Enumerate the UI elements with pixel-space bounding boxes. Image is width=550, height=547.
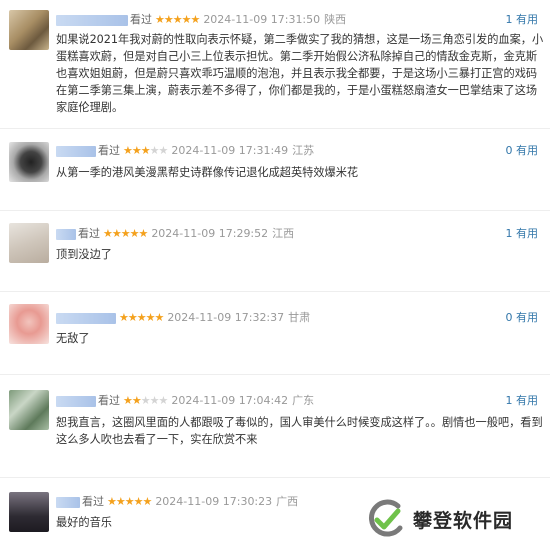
avatar[interactable]: [9, 223, 49, 263]
rating-stars: ★★★★★: [155, 13, 200, 26]
comment-meta: ★★★★★ 2024-11-09 17:32:37 甘肃 0 有用: [56, 310, 544, 326]
divider: [0, 128, 550, 129]
watermark: 攀登软件园: [365, 496, 545, 542]
username[interactable]: [56, 14, 128, 26]
avatar[interactable]: [9, 142, 49, 182]
comment-location: 陕西: [324, 13, 347, 26]
comment-location: 江苏: [292, 144, 315, 157]
rating-stars: ★★★★★: [119, 311, 164, 324]
useful-vote-button[interactable]: 1 有用: [506, 12, 539, 28]
comment-text: 恕我直言，这圈风里面的人都跟吸了毒似的，国人审美什么时候变成这样了。。剧情也一般…: [56, 416, 543, 446]
watermark-text: 攀登软件园: [413, 509, 514, 532]
rating-stars: ★★★★★: [123, 394, 168, 407]
useful-vote-button[interactable]: 1 有用: [506, 393, 539, 409]
comment-text: 无敌了: [56, 332, 90, 345]
avatar[interactable]: [9, 390, 49, 430]
avatar[interactable]: [9, 492, 49, 532]
avatar[interactable]: [9, 304, 49, 344]
username[interactable]: [56, 312, 116, 324]
comment-location: 广西: [276, 495, 299, 508]
username[interactable]: [56, 228, 76, 240]
comment-text: 从第一季的港风美漫黑帮史诗群像传记退化成超英特效爆米花: [56, 166, 359, 179]
watermark-logo-icon: [368, 499, 403, 537]
comment-meta: 看过 ★★★★★ 2024-11-09 17:31:50 陕西 1 有用: [56, 12, 544, 28]
avatar[interactable]: [9, 10, 49, 50]
divider: [0, 210, 550, 211]
watched-label: 看过: [78, 227, 100, 240]
divider: [0, 291, 550, 292]
divider: [0, 374, 550, 375]
watched-label: 看过: [98, 144, 120, 157]
comment-location: 甘肃: [288, 311, 311, 324]
comment-time: 2024-11-09 17:31:49: [171, 144, 289, 157]
watched-label: 看过: [98, 394, 120, 407]
comment-time: 2024-11-09 17:30:23: [155, 495, 273, 508]
comment-text: 顶到没边了: [56, 248, 112, 261]
comment-location: 江西: [272, 227, 295, 240]
username[interactable]: [56, 496, 80, 508]
username[interactable]: [56, 145, 96, 157]
rating-stars: ★★★★★: [103, 227, 148, 240]
comment-time: 2024-11-09 17:32:37: [167, 311, 285, 324]
useful-vote-button[interactable]: 1 有用: [506, 226, 539, 242]
comment-time: 2024-11-09 17:31:50: [203, 13, 321, 26]
watched-label: 看过: [82, 495, 104, 508]
useful-vote-button[interactable]: 0 有用: [506, 143, 539, 159]
comment-time: 2024-11-09 17:04:42: [171, 394, 289, 407]
comment-location: 广东: [292, 394, 315, 407]
useful-vote-button[interactable]: 0 有用: [506, 310, 539, 326]
rating-stars: ★★★★★: [107, 495, 152, 508]
rating-stars: ★★★★★: [123, 144, 168, 157]
divider: [0, 477, 550, 478]
comment-time: 2024-11-09 17:29:52: [151, 227, 269, 240]
comment-meta: 看过 ★★★★★ 2024-11-09 17:31:49 江苏 0 有用: [56, 143, 544, 159]
comment-meta: 看过 ★★★★★ 2024-11-09 17:29:52 江西 1 有用: [56, 226, 544, 242]
comment-text: 如果说2021年我对蔚的性取向表示怀疑，第二季做实了我的猜想，这是一场三角恋引发…: [56, 33, 544, 114]
comment-meta: 看过 ★★★★★ 2024-11-09 17:04:42 广东 1 有用: [56, 393, 544, 409]
username[interactable]: [56, 395, 96, 407]
watched-label: 看过: [130, 13, 152, 26]
